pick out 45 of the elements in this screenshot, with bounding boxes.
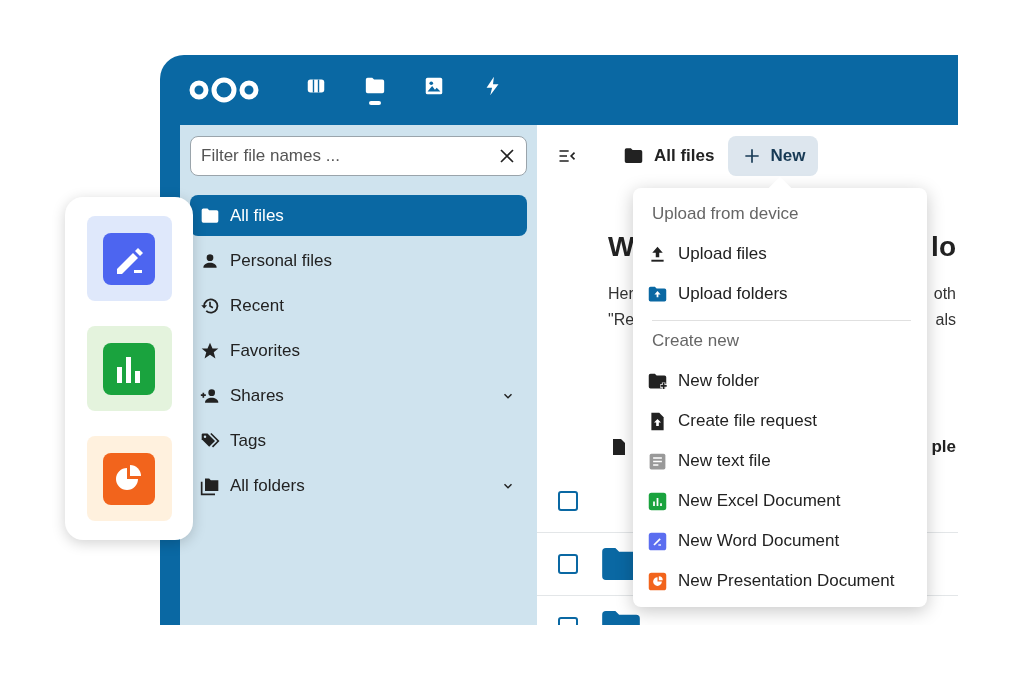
image-icon (423, 75, 445, 97)
history-icon (200, 295, 220, 316)
logo-icon (188, 76, 260, 104)
breadcrumb[interactable]: All files (623, 146, 715, 166)
menu-item[interactable]: Upload folders (633, 274, 927, 314)
folder-icon (623, 147, 644, 165)
pie-chart-icon (103, 452, 155, 505)
checkbox[interactable] (558, 491, 578, 511)
new-button[interactable]: New (728, 136, 819, 176)
paragraph-text: "Re (608, 310, 635, 330)
document-icon (647, 530, 668, 552)
paragraph-text: oth (933, 284, 956, 304)
filter-field[interactable]: Filter file names ... (190, 136, 527, 176)
close-icon (499, 148, 515, 164)
bar-chart-icon (103, 342, 155, 395)
sidebar-item[interactable]: Personal files (190, 240, 527, 281)
app-tile[interactable] (86, 326, 172, 411)
sidebar-item[interactable]: Shares (190, 375, 527, 416)
menu-item[interactable]: New Word Document (633, 521, 927, 561)
menu-item[interactable]: New Excel Document (633, 481, 927, 521)
plus-icon (744, 148, 761, 164)
heading-text: lo (931, 230, 956, 264)
paragraph-text: als (935, 310, 956, 330)
file-icon (611, 437, 627, 457)
menu-item[interactable]: New folder (633, 361, 927, 401)
menu-item[interactable]: New text file (633, 441, 927, 481)
section-heading: Upload from device (651, 203, 800, 225)
sidebar-item[interactable]: All folders (190, 465, 527, 506)
presentation-icon (647, 570, 668, 592)
sidebar-item[interactable]: Recent (190, 285, 527, 326)
checkbox[interactable] (558, 554, 578, 574)
edit-icon (103, 232, 155, 285)
column-header: ple (931, 437, 956, 457)
sidebar-item[interactable]: Favorites (190, 330, 527, 371)
menu-item[interactable]: Upload files (633, 234, 927, 274)
section-heading: Create new (651, 330, 740, 352)
sidebar-item[interactable]: Tags (190, 420, 527, 461)
heading-text: W (608, 230, 635, 264)
app-tile[interactable] (86, 216, 172, 301)
spreadsheet-icon (647, 490, 668, 512)
paragraph-text: Her (608, 284, 634, 304)
menu-item[interactable]: Create file request (633, 401, 927, 441)
app-tile[interactable] (86, 436, 172, 521)
sidebar-item[interactable]: All files (190, 195, 527, 236)
menu-item[interactable]: New Presentation Document (633, 561, 927, 601)
